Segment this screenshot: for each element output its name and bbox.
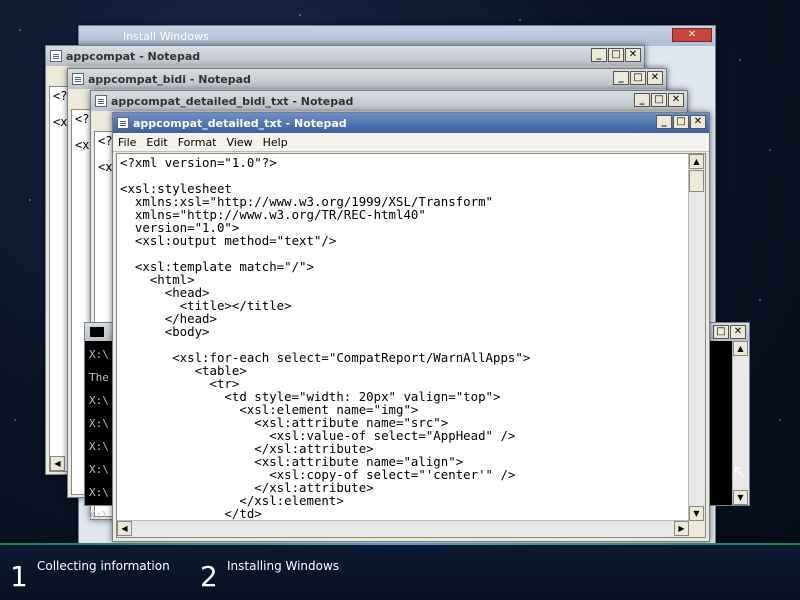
scroll-down-button[interactable]: ▼ [689, 506, 704, 521]
maximize-button[interactable]: □ [630, 71, 646, 85]
scroll-left-button[interactable]: ◀ [117, 521, 132, 536]
step-number: 1 [10, 560, 28, 593]
console-icon [89, 326, 105, 338]
maximize-button[interactable]: □ [608, 48, 624, 62]
scroll-down-button[interactable]: ▼ [733, 490, 748, 505]
scroll-thumb[interactable] [689, 170, 704, 192]
notepad-icon [72, 73, 84, 85]
text-line: <x [98, 160, 113, 174]
menu-format[interactable]: Format [173, 136, 222, 149]
maximize-button[interactable]: □ [651, 93, 667, 107]
minimize-button[interactable]: _ [656, 115, 672, 129]
document-text[interactable]: <?xml version="1.0"?> <xsl:stylesheet xm… [117, 154, 705, 520]
close-button[interactable]: ✕ [625, 48, 641, 62]
install-windows-titlebar[interactable]: Install Windows ✕ [79, 26, 715, 46]
notepad-window-main[interactable]: appcompat_detailed_txt - Notepad _ □ ✕ F… [112, 112, 710, 542]
minimize-button[interactable]: _ [634, 93, 650, 107]
menu-help[interactable]: Help [258, 136, 293, 149]
step-label: Collecting information [37, 559, 170, 573]
step-label: Installing Windows [227, 559, 340, 573]
close-button[interactable]: ✕ [730, 325, 746, 339]
minimize-button[interactable]: _ [613, 71, 629, 85]
notepad-titlebar[interactable]: appcompat_detailed_bidi_txt - Notepad _ … [91, 91, 687, 111]
text-editor[interactable]: <?xml version="1.0"?> <xsl:stylesheet xm… [116, 153, 706, 538]
notepad-icon [95, 95, 107, 107]
step-number: 2 [200, 560, 218, 593]
notepad-titlebar[interactable]: appcompat - Notepad _ □ ✕ [46, 46, 644, 66]
window-title: appcompat_detailed_bidi_txt - Notepad [111, 94, 354, 108]
text-line: <? [75, 112, 90, 126]
menu-view[interactable]: View [222, 136, 258, 149]
window-title: appcompat - Notepad [66, 49, 201, 63]
scroll-left-button[interactable]: ◀ [50, 456, 65, 471]
close-button[interactable]: ✕ [668, 93, 684, 107]
notepad-titlebar-active[interactable]: appcompat_detailed_txt - Notepad _ □ ✕ [113, 113, 709, 133]
scrollbar-corner [689, 521, 705, 537]
close-button[interactable]: ✕ [690, 115, 706, 129]
maximize-button[interactable]: □ [673, 115, 689, 129]
scroll-up-button[interactable]: ▲ [733, 341, 748, 356]
text-line: <? [53, 89, 68, 103]
vertical-scrollbar[interactable]: ▲ ▼ [688, 154, 705, 521]
setup-progress-line [0, 543, 800, 545]
text-line: <? [98, 134, 113, 148]
maximize-button[interactable]: □ [713, 325, 729, 339]
text-line: <x [53, 115, 68, 129]
horizontal-scrollbar[interactable]: ◀ ▶ [117, 520, 689, 537]
install-windows-title: Install Windows [123, 29, 209, 43]
notepad-icon [50, 50, 62, 62]
menu-edit[interactable]: Edit [141, 136, 172, 149]
mouse-pointer-icon: ↖ [732, 462, 748, 483]
minimize-button[interactable]: _ [591, 48, 607, 62]
window-title: appcompat_bidi - Notepad [88, 72, 251, 86]
scroll-right-button[interactable]: ▶ [674, 521, 689, 536]
text-line: <x [75, 138, 90, 152]
menu-bar: File Edit Format View Help [113, 133, 709, 152]
scroll-up-button[interactable]: ▲ [689, 154, 704, 169]
close-button[interactable]: ✕ [647, 71, 663, 85]
notepad-icon [117, 117, 129, 129]
menu-file[interactable]: File [113, 136, 141, 149]
install-close-button[interactable]: ✕ [672, 28, 712, 42]
window-title: appcompat_detailed_txt - Notepad [133, 116, 347, 130]
notepad-titlebar[interactable]: appcompat_bidi - Notepad _ □ ✕ [68, 69, 666, 89]
